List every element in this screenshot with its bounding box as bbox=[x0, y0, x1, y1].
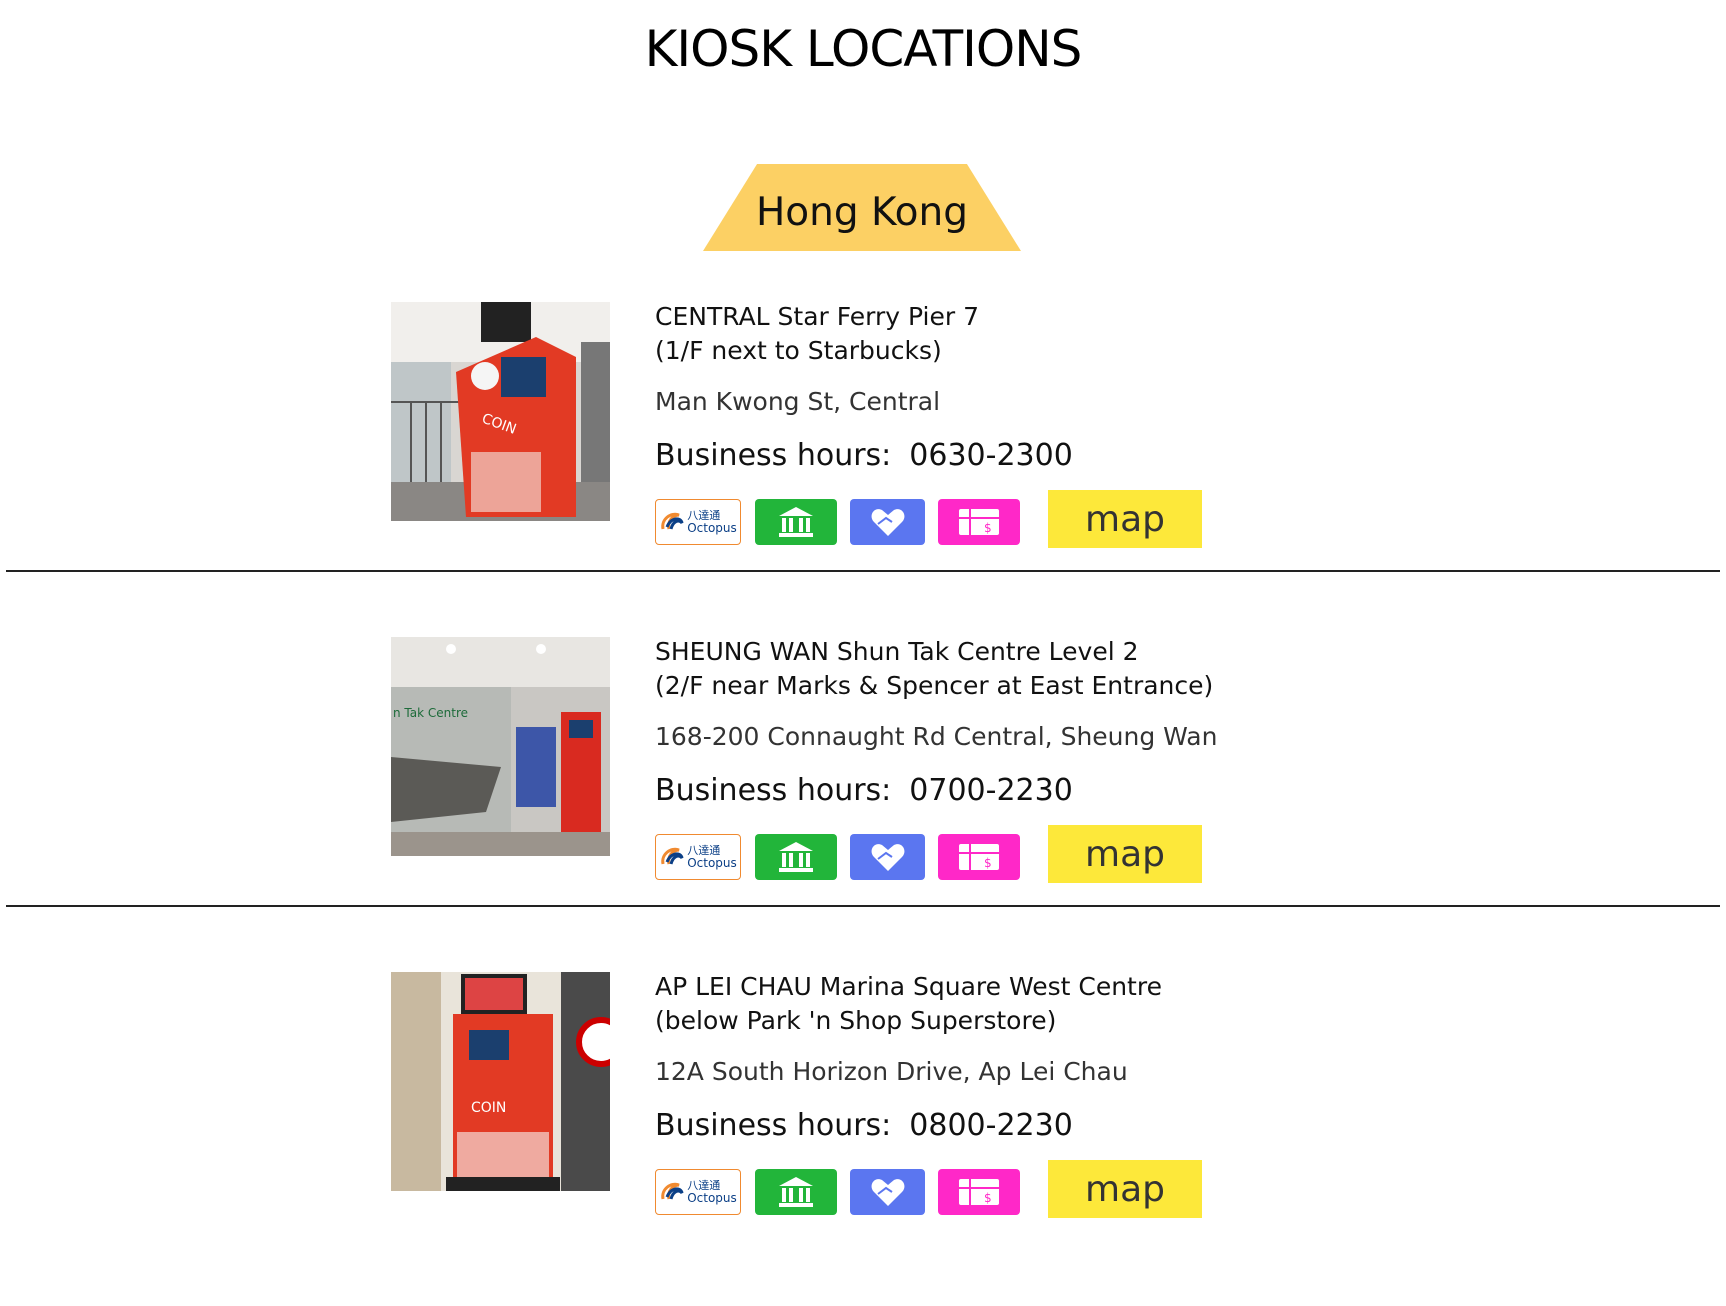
business-hours-label: Business hours: bbox=[655, 1108, 892, 1143]
kiosk-location-note: (1/F next to Starbucks) bbox=[655, 336, 942, 365]
business-hours-value: 0700-2230 bbox=[909, 773, 1073, 808]
business-hours-label: Business hours: bbox=[655, 773, 892, 808]
octopus-icon bbox=[661, 512, 684, 530]
heart-hand-icon bbox=[850, 1169, 925, 1215]
business-hours-value: 0800-2230 bbox=[909, 1108, 1073, 1143]
business-hours-value: 0630-2300 bbox=[909, 438, 1073, 473]
kiosk-entry: COIN AP LEI CHAU Marina Square West Cent… bbox=[0, 972, 1726, 1306]
kiosk-entry: COIN CENTRAL Star Ferry Pier 7 (1/F next… bbox=[0, 302, 1726, 636]
heart-hand-icon bbox=[850, 834, 925, 880]
divider bbox=[6, 570, 1720, 572]
kiosk-location-note: (2/F near Marks & Spencer at East Entran… bbox=[655, 671, 1214, 700]
svg-text:$: $ bbox=[984, 856, 992, 870]
gift-card-icon: $ bbox=[938, 834, 1020, 880]
kiosk-location-note: (below Park 'n Shop Superstore) bbox=[655, 1006, 1057, 1035]
kiosk-photo: COIN bbox=[391, 302, 610, 521]
kiosk-entry: n Tak Centre SHEUNG WAN Shun Tak Centre … bbox=[0, 637, 1726, 971]
octopus-logo: 八達通 Octopus bbox=[655, 1169, 741, 1215]
bank-icon bbox=[755, 1169, 837, 1215]
bank-icon bbox=[755, 499, 837, 545]
map-button[interactable]: map bbox=[1048, 825, 1202, 883]
octopus-logo-en: Octopus bbox=[687, 1191, 737, 1205]
svg-text:n Tak Centre: n Tak Centre bbox=[393, 706, 468, 720]
gift-card-icon: $ bbox=[938, 1169, 1020, 1215]
kiosk-name: CENTRAL Star Ferry Pier 7 bbox=[655, 302, 980, 331]
kiosk-address: Man Kwong St, Central bbox=[655, 387, 941, 416]
business-hours: Business hours: 0630-2300 bbox=[655, 438, 1073, 473]
map-button[interactable]: map bbox=[1048, 1160, 1202, 1218]
kiosk-address: 168-200 Connaught Rd Central, Sheung Wan bbox=[655, 722, 1218, 751]
octopus-logo-en: Octopus bbox=[687, 856, 737, 870]
gift-card-icon: $ bbox=[938, 499, 1020, 545]
svg-text:$: $ bbox=[984, 521, 992, 535]
divider bbox=[6, 905, 1720, 907]
bank-icon bbox=[755, 834, 837, 880]
svg-text:$: $ bbox=[984, 1191, 992, 1205]
kiosk-address: 12A South Horizon Drive, Ap Lei Chau bbox=[655, 1057, 1128, 1086]
map-button[interactable]: map bbox=[1048, 490, 1202, 548]
kiosk-photo: COIN bbox=[391, 972, 610, 1191]
svg-text:COIN: COIN bbox=[471, 1100, 506, 1116]
octopus-logo-en: Octopus bbox=[687, 521, 737, 535]
octopus-logo: 八達通 Octopus bbox=[655, 499, 741, 545]
octopus-logo: 八達通 Octopus bbox=[655, 834, 741, 880]
kiosk-name: AP LEI CHAU Marina Square West Centre bbox=[655, 972, 1162, 1001]
region-label: Hong Kong bbox=[755, 190, 969, 235]
kiosk-photo: n Tak Centre bbox=[391, 637, 610, 856]
octopus-icon bbox=[661, 847, 684, 865]
business-hours: Business hours: 0700-2230 bbox=[655, 773, 1073, 808]
business-hours: Business hours: 0800-2230 bbox=[655, 1108, 1073, 1143]
page-title: KIOSK LOCATIONS bbox=[644, 20, 1083, 78]
octopus-icon bbox=[661, 1182, 684, 1200]
heart-hand-icon bbox=[850, 499, 925, 545]
business-hours-label: Business hours: bbox=[655, 438, 892, 473]
kiosk-name: SHEUNG WAN Shun Tak Centre Level 2 bbox=[655, 637, 1139, 666]
